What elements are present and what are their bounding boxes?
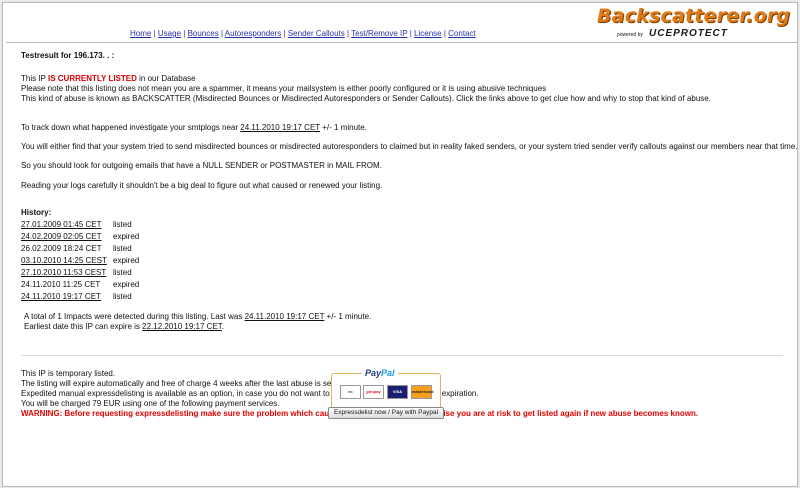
logo-brand: UCEPROTECT [649, 28, 728, 39]
notice-text: Please note that this listing does not m… [21, 84, 547, 93]
paypal-logo: PayPal [362, 368, 398, 378]
read-logs-text: Reading your logs carefully it shouldn't… [21, 181, 383, 190]
expire-date-link[interactable]: 22.12.2010 19:17 CET [142, 322, 222, 331]
header-divider [6, 42, 798, 43]
impacts-text: A total of 1 Impacts were detected durin… [24, 312, 372, 321]
nav-separator: | [409, 29, 412, 38]
history-row: 03.10.2010 14:25 CEST expired [21, 256, 139, 265]
page: Home | Usage | Bounces | Autoresponders … [2, 2, 798, 487]
section-divider [21, 355, 783, 356]
history-status: listed [113, 220, 132, 229]
history-status: listed [113, 292, 132, 301]
history-row: 24.11.2010 11:25 CET expired [21, 280, 139, 289]
history-date-link[interactable]: 27.10.2010 11:53 CEST [21, 268, 113, 277]
history-row: 26.02.2009 18:24 CET listed [21, 244, 132, 253]
nav-license-link[interactable]: License [414, 29, 442, 38]
history-status: listed [113, 268, 132, 277]
nav-home-link[interactable]: Home [130, 29, 151, 38]
nav-separator: | [183, 29, 186, 38]
history-row: 24.02.2009 02:05 CET expired [21, 232, 139, 241]
giropay-card-icon: giropay [363, 385, 384, 399]
history-status: expired [113, 256, 140, 265]
impacts-time-link[interactable]: 24.11.2010 19:17 CET [245, 312, 325, 321]
nav-separator: | [443, 29, 446, 38]
history-row: 27.01.2009 01:45 CET listed [21, 220, 132, 229]
listing-status: This IP IS CURRENTLY LISTED in our Datab… [21, 74, 196, 83]
history-row: 24.11.2010 19:17 CET listed [21, 292, 132, 301]
track-time-link[interactable]: 24.11.2010 19:17 CET [240, 123, 320, 132]
history-date-link[interactable]: 24.02.2009 02:05 CET [21, 232, 113, 241]
charge-text: You will be charged 79 EUR using one of … [21, 399, 280, 408]
nav-contact-link[interactable]: Contact [448, 29, 476, 38]
history-date: 26.02.2009 18:24 CET [21, 244, 102, 253]
ec-card-icon: ec [340, 385, 361, 399]
nav-separator: | [220, 29, 224, 38]
nav-bounces-link[interactable]: Bounces [188, 29, 219, 38]
logo-title: Backscatterer.org [597, 5, 791, 27]
history-status: expired [113, 232, 140, 241]
history-row: 27.10.2010 11:53 CEST listed [21, 268, 132, 277]
look-text: So you should look for outgoing emails t… [21, 161, 382, 170]
nav-autoresponders-link[interactable]: Autoresponders [225, 29, 281, 38]
history-date-link[interactable]: 24.11.2010 19:17 CET [21, 292, 113, 301]
history-date: 24.11.2010 11:25 CET [21, 280, 101, 289]
backscatter-text: This kind of abuse is known as BACKSCATT… [21, 94, 711, 103]
history-heading: History: [21, 208, 52, 217]
track-down-text: To track down what happened investigate … [21, 123, 367, 132]
test-result-heading: Testresult for 196.173. . : [21, 51, 115, 60]
visa-card-icon: VISA [387, 385, 408, 399]
temporary-listed-text: This IP is temporary listed. [21, 369, 116, 378]
mastercard-card-icon: mastercard [411, 385, 434, 399]
status-prefix: This IP [21, 74, 48, 83]
history-date-link[interactable]: 03.10.2010 14:25 CEST [21, 256, 113, 265]
nav-usage-link[interactable]: Usage [158, 29, 181, 38]
history-status: listed [113, 244, 132, 253]
nav-separator: | [283, 29, 286, 38]
top-nav: Home | Usage | Bounces | Autoresponders … [130, 29, 476, 38]
nav-separator: | [346, 29, 350, 38]
status-listed: IS CURRENTLY LISTED [47, 74, 137, 83]
expressdelist-paypal-button[interactable]: Expressdelist now / Pay with Paypal [328, 407, 444, 419]
status-suffix: in our Database [136, 74, 196, 83]
find-text: You will either find that your system tr… [21, 142, 798, 151]
history-status: expired [113, 280, 140, 289]
paypal-box: PayPal ec giropay VISA mastercard [331, 368, 441, 409]
nav-separator: | [153, 29, 156, 38]
logo-powered-by: powered by [617, 32, 643, 38]
nav-test-remove-ip-link[interactable]: Test/Remove IP [351, 29, 407, 38]
expire-text: Earliest date this IP can expire is 22.1… [24, 322, 224, 331]
history-date-link[interactable]: 27.01.2009 01:45 CET [21, 220, 113, 229]
nav-sender-callouts-link[interactable]: Sender Callouts [288, 29, 345, 38]
